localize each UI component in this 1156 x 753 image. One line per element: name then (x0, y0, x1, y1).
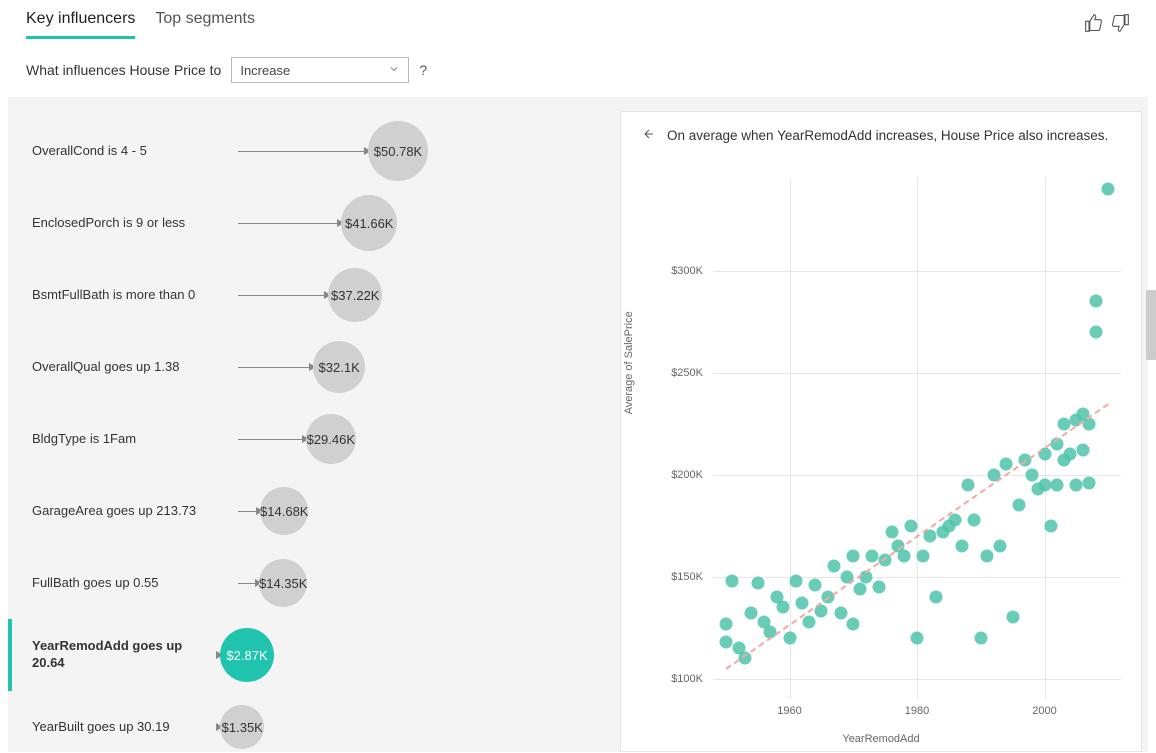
data-point (1006, 611, 1019, 624)
data-point (993, 540, 1006, 553)
influencer-bubble[interactable]: $50.78K (368, 121, 428, 181)
influencer-label: OverallCond is 4 - 5 (32, 143, 218, 160)
influencer-row[interactable]: EnclosedPorch is 9 or less $41.66K (8, 187, 610, 259)
detail-title: On average when YearRemodAdd increases, … (667, 128, 1108, 143)
influencer-label: BsmtFullBath is more than 0 (32, 287, 218, 304)
y-tick: $200K (671, 469, 713, 481)
x-tick: 1980 (905, 705, 929, 717)
y-tick: $100K (671, 673, 713, 685)
data-point (962, 478, 975, 491)
influencer-bubble[interactable]: $32.1K (313, 341, 365, 393)
data-point (1089, 295, 1102, 308)
data-point (1064, 448, 1077, 461)
data-point (1057, 417, 1070, 430)
influencer-row[interactable]: OverallQual goes up 1.38 $32.1K (8, 331, 610, 403)
influencer-bubble[interactable]: $37.22K (328, 268, 382, 322)
data-point (1038, 478, 1051, 491)
influencer-row[interactable]: BldgType is 1Fam $29.46K (8, 403, 610, 475)
data-point (911, 631, 924, 644)
thumbs-up-icon[interactable] (1084, 13, 1104, 36)
data-point (981, 550, 994, 563)
data-point (719, 617, 732, 630)
tab-key-influencers[interactable]: Key influencers (26, 10, 135, 39)
scatter-chart: Average of SalePrice $100K$150K$200K$250… (631, 169, 1131, 751)
data-point (949, 513, 962, 526)
y-tick: $250K (671, 367, 713, 379)
influencer-bubble[interactable]: $29.46K (306, 414, 356, 464)
influencer-bubble[interactable]: $14.68K (260, 487, 308, 535)
data-point (1102, 183, 1115, 196)
influencer-label: YearBuilt goes up 30.19 (32, 719, 218, 736)
influencer-label: OverallQual goes up 1.38 (32, 359, 218, 376)
influencer-row[interactable]: YearBuilt goes up 30.19$1.35K (8, 691, 610, 752)
data-point (853, 582, 866, 595)
data-point (968, 513, 981, 526)
tab-top-segments[interactable]: Top segments (155, 10, 255, 39)
data-point (828, 560, 841, 573)
data-point (872, 580, 885, 593)
data-point (809, 578, 822, 591)
influencers-list: OverallCond is 4 - 5$50.78KEnclosedPorch… (8, 97, 610, 752)
influencer-label: YearRemodAdd goes up 20.64 (32, 638, 218, 672)
influencer-label: FullBath goes up 0.55 (32, 575, 218, 592)
influencer-label: BldgType is 1Fam (32, 431, 218, 448)
data-point (847, 617, 860, 630)
data-point (866, 550, 879, 563)
x-tick: 1960 (777, 705, 801, 717)
data-point (834, 607, 847, 620)
data-point (904, 519, 917, 532)
data-point (726, 574, 739, 587)
thumbs-down-icon[interactable] (1110, 13, 1130, 36)
influencer-row[interactable]: OverallCond is 4 - 5 $50.78K (8, 115, 610, 187)
x-axis-label: YearRemodAdd (842, 733, 919, 745)
data-point (885, 525, 898, 538)
question-prefix: What influences House Price to (26, 62, 221, 78)
influencer-row[interactable]: FullBath goes up 0.55 $14.35K (8, 547, 610, 619)
data-point (783, 631, 796, 644)
y-axis-label: Average of SalePrice (623, 311, 635, 414)
data-point (930, 591, 943, 604)
data-point (917, 550, 930, 563)
data-point (1013, 499, 1026, 512)
data-point (898, 550, 911, 563)
data-point (1044, 519, 1057, 532)
influencer-bubble[interactable]: $14.35K (259, 559, 307, 607)
data-point (796, 597, 809, 610)
influencer-row[interactable]: GarageArea goes up 213.73 $14.68K (8, 475, 610, 547)
x-tick: 2000 (1032, 705, 1056, 717)
chevron-down-icon (388, 63, 400, 78)
data-point (1083, 476, 1096, 489)
data-point (802, 615, 815, 628)
data-point (1051, 478, 1064, 491)
direction-dropdown[interactable]: Increase (231, 57, 409, 83)
data-point (847, 550, 860, 563)
data-point (1070, 478, 1083, 491)
help-icon[interactable]: ? (419, 62, 427, 78)
data-point (789, 574, 802, 587)
data-point (955, 540, 968, 553)
data-point (1089, 325, 1102, 338)
dropdown-value: Increase (240, 63, 290, 78)
back-arrow-icon[interactable] (639, 126, 655, 145)
influencer-row[interactable]: BsmtFullBath is more than 0 $37.22K (8, 259, 610, 331)
influencer-row[interactable]: YearRemodAdd goes up 20.64$2.87K (8, 619, 610, 691)
influencer-label: EnclosedPorch is 9 or less (32, 215, 218, 232)
data-point (719, 635, 732, 648)
influencer-label: GarageArea goes up 213.73 (32, 503, 218, 520)
data-point (974, 631, 987, 644)
y-tick: $150K (671, 571, 713, 583)
detail-panel: On average when YearRemodAdd increases, … (620, 111, 1142, 752)
y-tick: $300K (671, 265, 713, 277)
data-point (751, 576, 764, 589)
influencer-bubble[interactable]: $41.66K (341, 195, 397, 251)
data-point (777, 601, 790, 614)
influencer-bubble[interactable]: $2.87K (220, 628, 274, 682)
data-point (745, 607, 758, 620)
influencer-bubble[interactable]: $1.35K (220, 705, 264, 749)
scrollbar-thumb[interactable] (1146, 290, 1156, 360)
data-point (1025, 468, 1038, 481)
data-point (1076, 444, 1089, 457)
